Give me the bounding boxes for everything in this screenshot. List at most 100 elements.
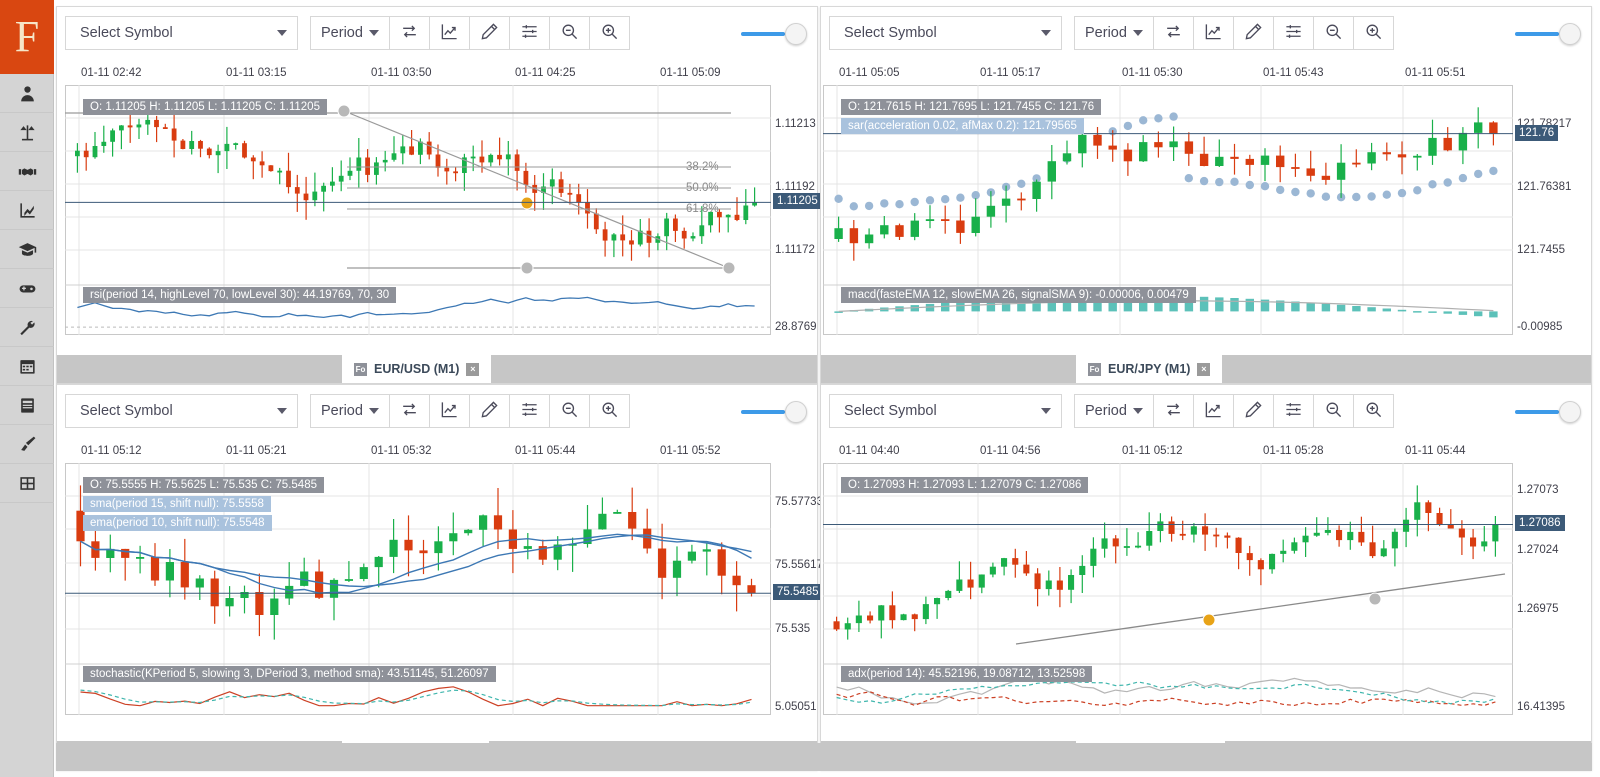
slider-track [741, 32, 785, 36]
time-axis-label: 01-11 05:05 [839, 67, 900, 79]
chart-tab-label: EUR/USD (M1) [374, 362, 459, 376]
sidebar-item-calendar[interactable] [0, 347, 54, 386]
sub-indicator-label: stochastic(KPeriod 5, slowing 3, DPeriod… [83, 666, 496, 682]
sub-indicator-label: rsi(period 14, highLevel 70, lowLevel 30… [83, 287, 396, 303]
zoom-out-button-2[interactable] [1314, 16, 1354, 50]
slider-knob[interactable] [1559, 23, 1581, 45]
chart-tab-2[interactable]: Fo EUR/JPY (M1) × [1076, 355, 1222, 383]
swap-button-2[interactable] [1154, 16, 1194, 50]
price-axis-label: 1.27024 [1517, 544, 1559, 556]
sidebar-item-charts[interactable] [0, 191, 54, 230]
fib-level-label: 38.2% [686, 161, 719, 173]
sidebar-item-tools[interactable] [0, 308, 54, 347]
time-axis-label: 01-11 05:12 [1122, 445, 1183, 457]
sidebar-item-balance[interactable] [0, 113, 54, 152]
period-dropdown-2[interactable]: Period [1074, 16, 1154, 50]
chart-scale-slider-4[interactable] [1515, 401, 1581, 423]
ohlc-info-box: O: 1.11205 H: 1.11205 L: 1.11205 C: 1.11… [83, 99, 327, 115]
chevron-down-icon [369, 30, 379, 36]
sidebar-item-trading-game[interactable] [0, 269, 54, 308]
current-price-label: 75.5485 [773, 584, 823, 600]
chart-type-button-4[interactable] [1194, 394, 1234, 428]
time-axis-label: 01-11 04:25 [515, 67, 576, 79]
chevron-down-icon [1041, 30, 1051, 36]
zoom-in-button-2[interactable] [1354, 16, 1394, 50]
period-dropdown-1[interactable]: Period [310, 16, 390, 50]
zoom-in-icon [1364, 22, 1383, 45]
period-label: Period [321, 25, 363, 41]
zoom-out-icon [560, 22, 579, 45]
bottom-status-bar [56, 743, 1592, 771]
price-axis-label: 75.55617 [775, 559, 823, 571]
zoom-in-button-1[interactable] [590, 16, 630, 50]
zoom-out-button-3[interactable] [550, 394, 590, 428]
price-axis-label: 121.76381 [1517, 181, 1571, 193]
sidebar-item-news[interactable] [0, 386, 54, 425]
price-axis-label: 121.7455 [1517, 244, 1565, 256]
graduation-cap-icon [18, 240, 37, 259]
symbol-select-label: Select Symbol [80, 25, 277, 41]
chart-scale-slider-3[interactable] [741, 401, 807, 423]
price-axis-label: 1.11172 [775, 244, 815, 256]
price-axis-label: 1.11213 [775, 118, 816, 130]
chart-type-button-3[interactable] [430, 394, 470, 428]
sidebar-item-account[interactable] [0, 74, 54, 113]
draw-button-1[interactable] [470, 16, 510, 50]
symbol-select-3[interactable]: Select Symbol [65, 394, 298, 428]
period-dropdown-4[interactable]: Period [1074, 394, 1154, 428]
swap-arrows-icon [400, 22, 419, 45]
zoom-in-button-3[interactable] [590, 394, 630, 428]
chevron-down-icon [369, 408, 379, 414]
slider-track [1515, 410, 1559, 414]
zoom-out-button-1[interactable] [550, 16, 590, 50]
period-label: Period [1085, 403, 1127, 419]
fib-level-label: 61.8% [686, 203, 719, 215]
symbol-select-4[interactable]: Select Symbol [829, 394, 1062, 428]
sidebar-item-layout[interactable] [0, 464, 54, 503]
indicators-button-2[interactable] [1274, 16, 1314, 50]
time-axis-label: 01-11 05:21 [226, 445, 287, 457]
period-dropdown-3[interactable]: Period [310, 394, 390, 428]
indicators-button-3[interactable] [510, 394, 550, 428]
chart-scale-slider-1[interactable] [741, 23, 807, 45]
chevron-down-icon [1133, 408, 1143, 414]
current-price-label: 1.11205 [773, 193, 822, 209]
chart-toolbar-2: Select Symbol Period [821, 7, 1591, 59]
sidebar-item-themes[interactable] [0, 425, 54, 464]
line-chart-icon [1204, 400, 1223, 423]
sidebar-item-deals[interactable] [0, 152, 54, 191]
close-icon[interactable]: × [466, 363, 479, 376]
sub-axis-label: 5.05051 [775, 701, 817, 713]
chart-scale-slider-2[interactable] [1515, 23, 1581, 45]
app-logo[interactable]: F [0, 0, 54, 74]
chart-type-button-1[interactable] [430, 16, 470, 50]
sidebar-item-education[interactable] [0, 230, 54, 269]
grid-icon [18, 474, 37, 493]
slider-knob[interactable] [1559, 401, 1581, 423]
draw-button-2[interactable] [1234, 16, 1274, 50]
swap-button-1[interactable] [390, 16, 430, 50]
indicators-button-1[interactable] [510, 16, 550, 50]
chart-tabbar-2: Fo EUR/JPY (M1) × [821, 355, 1591, 383]
time-axis-label: 01-11 05:12 [81, 445, 142, 457]
zoom-in-button-4[interactable] [1354, 394, 1394, 428]
symbol-select-2[interactable]: Select Symbol [829, 16, 1062, 50]
pencil-icon [480, 22, 499, 45]
symbol-select-1[interactable]: Select Symbol [65, 16, 298, 50]
swap-button-3[interactable] [390, 394, 430, 428]
period-label: Period [1085, 25, 1127, 41]
chart-tab-1[interactable]: Fo EUR/USD (M1) × [342, 355, 491, 383]
indicators-button-4[interactable] [1274, 394, 1314, 428]
draw-button-3[interactable] [470, 394, 510, 428]
chart-type-button-2[interactable] [1194, 16, 1234, 50]
draw-button-4[interactable] [1234, 394, 1274, 428]
pencil-icon [1244, 22, 1263, 45]
time-axis-label: 01-11 04:40 [839, 445, 900, 457]
zoom-out-button-4[interactable] [1314, 394, 1354, 428]
swap-button-4[interactable] [1154, 394, 1194, 428]
close-icon[interactable]: × [1197, 363, 1210, 376]
slider-knob[interactable] [785, 23, 807, 45]
time-axis-label: 01-11 05:44 [515, 445, 576, 457]
chart-toolbar-4: Select Symbol Period [821, 385, 1591, 437]
slider-knob[interactable] [785, 401, 807, 423]
